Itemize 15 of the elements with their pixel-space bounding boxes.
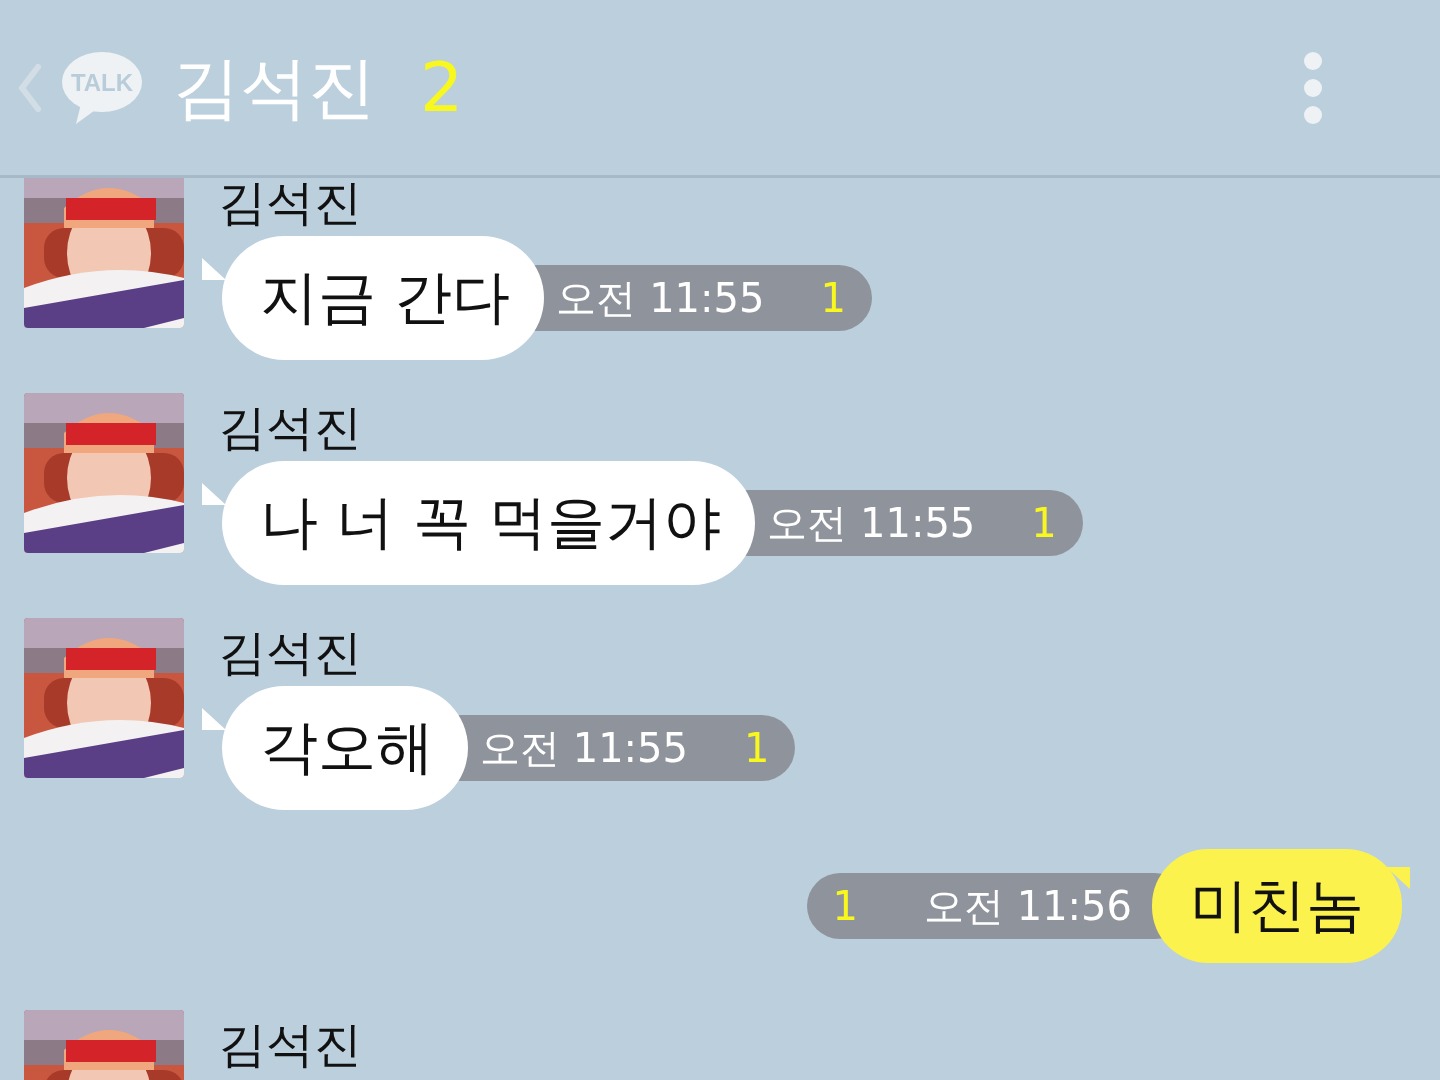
unread-count: 1 xyxy=(744,725,770,771)
unread-count: 1 xyxy=(1031,500,1057,546)
timestamp: 오전 11:55 xyxy=(556,273,765,323)
sender-name: 김석진 xyxy=(218,1015,362,1074)
sender-name: 김석진 xyxy=(218,623,363,682)
more-menu-icon[interactable] xyxy=(1303,50,1323,125)
sender-name: 김석진 xyxy=(218,178,363,232)
timestamp: 오전 11:55 xyxy=(480,723,688,773)
unread-count: 1 xyxy=(820,275,846,321)
member-count: 2 xyxy=(420,53,464,122)
chat-title: 김석진 xyxy=(172,53,376,122)
timestamp: 오전 11:56 xyxy=(924,881,1132,931)
timestamp: 오전 11:55 xyxy=(767,498,976,548)
unread-count: 1 xyxy=(832,883,858,929)
sender-name: 김석진 xyxy=(218,398,363,457)
